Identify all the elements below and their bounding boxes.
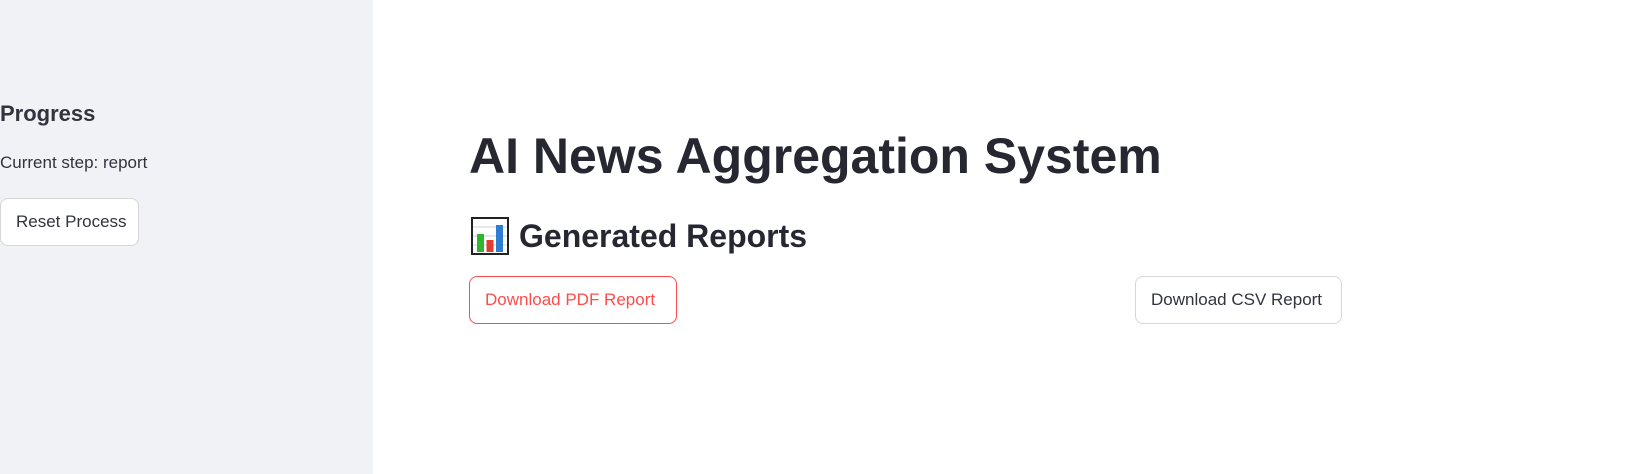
section-heading-text: Generated Reports — [519, 218, 808, 254]
generated-reports-heading: Generated Reports — [471, 214, 807, 258]
reset-process-button[interactable]: Reset Process — [0, 198, 139, 246]
progress-heading: Progress — [0, 101, 96, 126]
bar-chart-icon — [471, 217, 509, 255]
app-root: Progress Current step: report Reset Proc… — [0, 0, 1634, 474]
page-title: AI News Aggregation System — [469, 128, 1162, 184]
sidebar: Progress Current step: report Reset Proc… — [0, 0, 373, 474]
download-pdf-button[interactable]: Download PDF Report — [469, 276, 677, 324]
current-step-text: Current step: report — [0, 153, 148, 172]
download-csv-button[interactable]: Download CSV Report — [1135, 276, 1342, 324]
